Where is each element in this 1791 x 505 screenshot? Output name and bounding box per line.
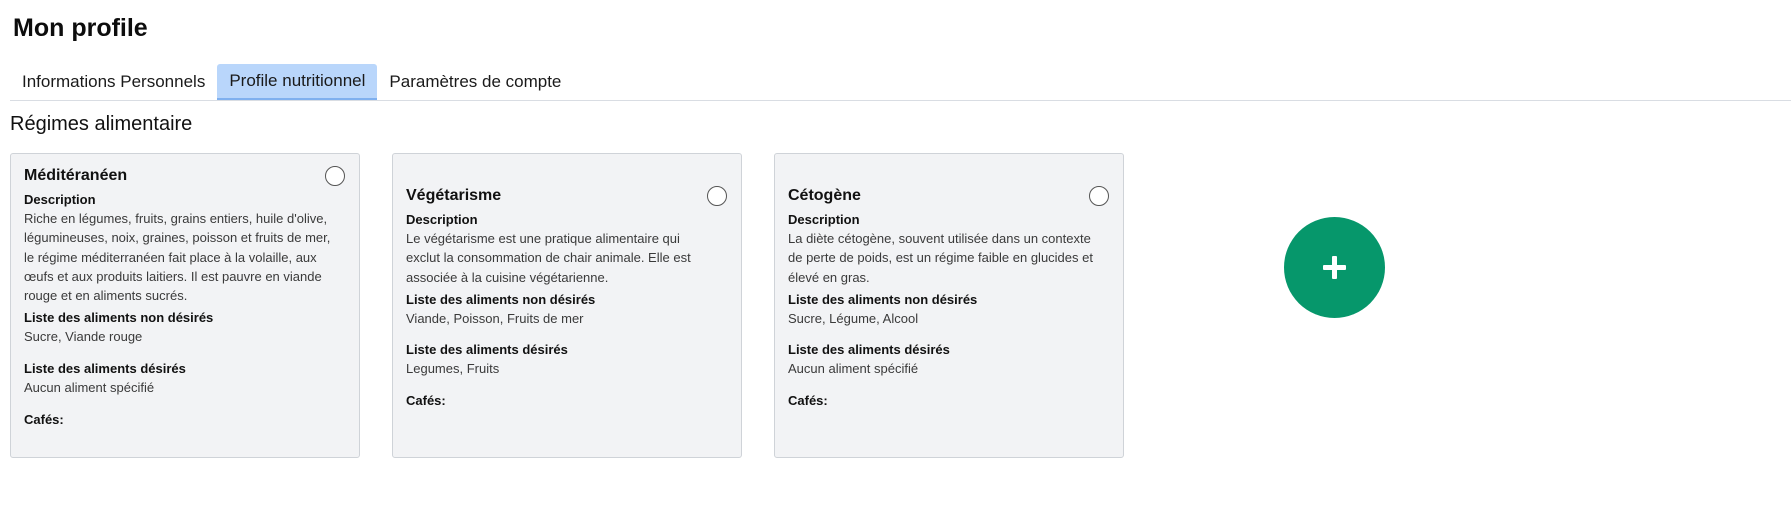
tab-informations-personnels[interactable]: Informations Personnels (10, 64, 217, 100)
diet-title: Cétogène (788, 187, 861, 204)
cafes-label: Cafés: (24, 412, 64, 428)
diet-card-cetogene[interactable]: Cétogène Description La diète cétogène, … (774, 153, 1124, 458)
wanted-label: Liste des aliments désirés (406, 342, 568, 358)
diet-title: Méditéranéen (24, 167, 128, 184)
diet-description-line: rouge et en aliments sucrés. (24, 288, 188, 304)
diet-description-line: La diète cétogène, souvent utilisée dans… (788, 231, 1091, 246)
description-label: Description (406, 212, 478, 227)
diet-description-line: Le végétarisme est une pratique alimenta… (406, 231, 680, 246)
tab-divider (10, 100, 1791, 101)
wanted-label: Liste des aliments désirés (788, 342, 950, 358)
diet-card-mediterraneen[interactable]: Méditéranéen Description Riche en légume… (10, 153, 360, 458)
unwanted-label: Liste des aliments non désirés (24, 310, 214, 326)
diet-card-vegetarisme[interactable]: Végétarisme Description Le végétarisme e… (392, 153, 742, 458)
wanted-foods: Aucun aliment spécifié (24, 379, 155, 395)
diet-description-line: légumineuses, noix, graines, poisson et … (24, 230, 331, 246)
description-label: Description (24, 192, 96, 207)
profile-page: Mon profile Informations Personnels Prof… (0, 0, 1791, 505)
diet-description-line: exclut la consommation de chair animale.… (406, 250, 691, 266)
unwanted-foods: Sucre, Viande rouge (24, 329, 143, 345)
tab-parametres-de-compte[interactable]: Paramètres de compte (377, 64, 573, 100)
diet-description-line: de perte de poids, est un régime faible … (788, 250, 1093, 266)
wanted-foods: Legumes, Fruits (406, 361, 500, 377)
tab-bar: Informations Personnels Profile nutritio… (10, 64, 573, 100)
cafes-label: Cafés: (406, 393, 446, 409)
unwanted-foods: Viande, Poisson, Fruits de mer (406, 310, 584, 326)
unwanted-foods: Sucre, Légume, Alcool (788, 310, 919, 326)
add-diet-button[interactable] (1284, 217, 1385, 318)
cafes-label: Cafés: (788, 393, 828, 409)
diet-radio[interactable] (707, 186, 727, 206)
tab-profile-nutritionnel[interactable]: Profile nutritionnel (217, 64, 378, 100)
diet-title: Végétarisme (406, 187, 502, 204)
diet-radio[interactable] (325, 166, 345, 186)
diet-description-line: élevé en gras. (788, 269, 870, 285)
unwanted-label: Liste des aliments non désirés (788, 291, 978, 307)
diet-description-line: le régime méditerranéen fait place à la … (24, 249, 317, 265)
diet-description-line: associée à la cuisine végétarienne. (406, 269, 609, 285)
diet-description-line: Riche en légumes, fruits, grains entiers… (24, 211, 328, 226)
section-title: Régimes alimentaire (10, 113, 193, 135)
unwanted-label: Liste des aliments non désirés (406, 291, 596, 307)
wanted-foods: Aucun aliment spécifié (788, 361, 919, 377)
diet-radio[interactable] (1089, 186, 1109, 206)
page-title: Mon profile (13, 14, 148, 42)
diet-description-line: œufs et aux produits laitiers. Il est pa… (24, 268, 322, 284)
description-label: Description (788, 212, 860, 227)
wanted-label: Liste des aliments désirés (24, 360, 186, 376)
